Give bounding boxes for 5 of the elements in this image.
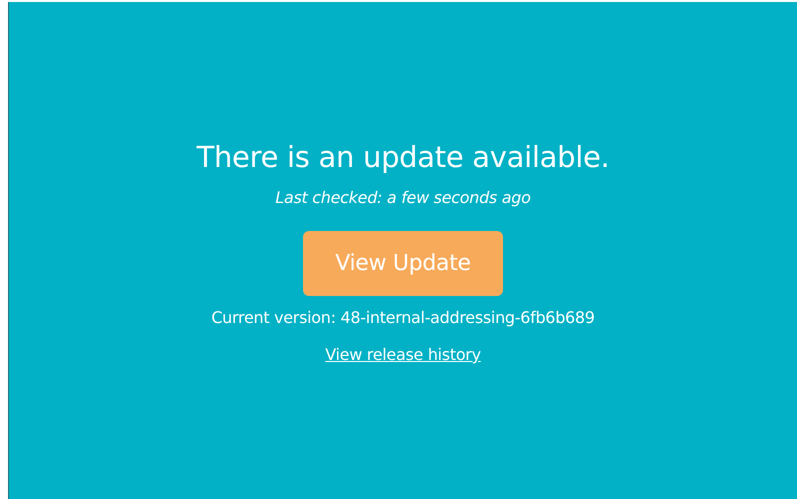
release-history-link[interactable]: View release history (325, 345, 481, 364)
last-checked-text: Last checked: a few seconds ago (275, 188, 531, 207)
current-version-text: Current version: 48-internal-addressing-6fb6b689 (211, 308, 595, 327)
update-heading: There is an update available. (196, 140, 610, 174)
view-update-button[interactable]: View Update (303, 231, 503, 296)
